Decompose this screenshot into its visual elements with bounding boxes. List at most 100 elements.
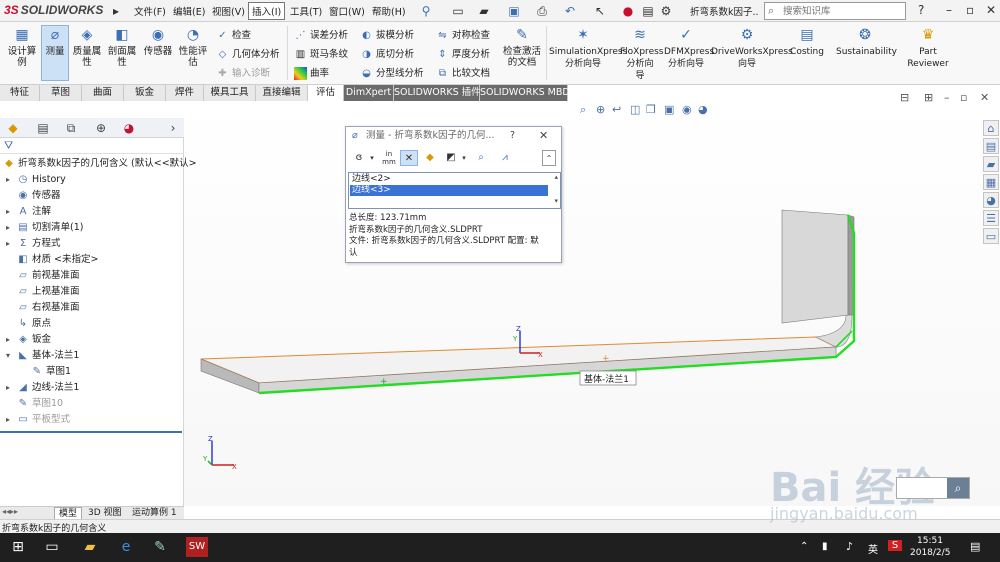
taskbar-clock[interactable]: 15:51 2018/2/5	[910, 535, 950, 559]
tree-item[interactable]: ▸ A 注解	[6, 204, 51, 220]
deviation-analysis-button[interactable]: ⋰ 误差分析	[294, 29, 349, 42]
search-icon[interactable]: ⌕	[947, 478, 969, 498]
zoom-area-icon[interactable]: ⊕	[596, 103, 605, 116]
panel-expand-icon[interactable]: ›	[164, 120, 182, 136]
search-input[interactable]	[783, 4, 903, 18]
floxpress-button[interactable]: ≋ FloXpress 分析向 导	[620, 26, 663, 82]
view-palette-icon[interactable]: ▦	[983, 174, 999, 190]
tree-item[interactable]: ✎ 草图10	[6, 396, 63, 412]
custom-properties-icon[interactable]: ☰	[983, 210, 999, 226]
units-precision-icon[interactable]: in mm	[380, 150, 398, 166]
tab-solidworks-mbd[interactable]: SOLIDWORKS MBD	[480, 85, 570, 101]
rebuild-icon[interactable]: ●	[620, 3, 636, 19]
undo-icon[interactable]: ↶	[562, 3, 578, 19]
expand-arrow-icon[interactable]: ▸	[6, 204, 16, 220]
thickness-analysis-button[interactable]: ⇕ 厚度分析	[436, 48, 490, 61]
task-view-icon[interactable]: ▭	[42, 539, 62, 555]
curvature-button[interactable]: ■曲率	[294, 67, 329, 80]
draft-analysis-button[interactable]: ◐ 拔模分析	[360, 29, 414, 42]
new-document-icon[interactable]: ▭	[450, 3, 466, 19]
configuration-manager-tab-icon[interactable]: ⧉	[62, 120, 80, 136]
menu-help[interactable]: 帮助(H)	[372, 4, 406, 18]
vertical-flange[interactable]	[781, 209, 849, 324]
dialog-close-button[interactable]: ✕	[539, 127, 548, 145]
menu-window[interactable]: 窗口(W)	[329, 4, 365, 18]
section-view-icon[interactable]: ◫	[630, 103, 640, 116]
graphics-area[interactable]: + + Z X Y Z X Y 基体-法兰1	[184, 101, 1000, 506]
measure-dialog-titlebar[interactable]: ⌀ 测量 - 折弯系数k因子的几何... ? ✕	[346, 127, 561, 145]
tab-scroll-arrows-icon[interactable]: ◂◂▸▸	[2, 507, 18, 516]
performance-button[interactable]: ◔ 性能评 估	[177, 26, 209, 68]
minimize-button[interactable]: –	[946, 3, 952, 17]
show-xyz-icon[interactable]: ✕	[400, 150, 418, 166]
tab-surfaces[interactable]: 曲面	[82, 85, 124, 101]
sustainability-button[interactable]: ❂ Sustainability	[836, 26, 897, 58]
viewport-close-icon[interactable]: ✕	[980, 91, 989, 104]
feature-tree-tab-icon[interactable]: ◆	[4, 120, 22, 136]
dimxpert-tab-icon[interactable]: ⊕	[92, 120, 110, 136]
expand-arrow-icon[interactable]: ▸	[6, 220, 16, 236]
hide-show-icon[interactable]: ◉	[682, 103, 692, 116]
tab-mold-tools[interactable]: 模具工具	[204, 85, 256, 101]
pin-arrow-icon[interactable]: ▸	[108, 3, 124, 19]
tab-features[interactable]: 特征	[0, 85, 40, 101]
tab-evaluate[interactable]: 评估	[308, 85, 344, 101]
options-gear-icon[interactable]: ⚙	[658, 3, 674, 19]
tray-up-arrow-icon[interactable]: ⌃	[800, 541, 808, 552]
measure-button[interactable]: ⌀ 测量	[41, 25, 69, 81]
tree-item[interactable]: ↳ 原点	[6, 316, 51, 332]
selection-list[interactable]: 边线<2> 边线<3> ▴ ▾	[348, 172, 561, 209]
tree-item[interactable]: ▸ Σ 方程式	[6, 236, 61, 252]
dialog-help-button[interactable]: ?	[510, 127, 515, 145]
list-scroll-up-icon[interactable]: ▴	[554, 173, 558, 181]
previous-view-icon[interactable]: ↩	[612, 103, 621, 116]
file-explorer-taskbar-icon[interactable]: ▰	[80, 539, 100, 555]
model-view[interactable]: + + Z X Y Z X Y 基体-法兰1	[184, 101, 1000, 506]
menu-edit[interactable]: 编辑(E)	[173, 4, 205, 18]
viewport-minimize-icon[interactable]: –	[944, 91, 950, 104]
point-to-point-icon[interactable]: ◆	[422, 150, 438, 166]
mass-properties-button[interactable]: ◈ 质量属 性	[71, 26, 103, 68]
projection-dropdown-icon[interactable]: ▾	[460, 150, 468, 166]
design-library-icon[interactable]: ▤	[983, 138, 999, 154]
close-button[interactable]: ✕	[986, 3, 996, 17]
property-manager-tab-icon[interactable]: ▤	[34, 120, 52, 136]
app-taskbar-icon[interactable]: ✎	[150, 539, 170, 555]
costing-button[interactable]: ▤ Costing	[788, 26, 826, 58]
list-scroll-down-icon[interactable]: ▾	[554, 197, 558, 205]
check-button[interactable]: ✓ 检查	[216, 29, 251, 42]
tree-filter-bar[interactable]: ⛛	[0, 138, 184, 154]
tree-item[interactable]: ▸ ▤ 切割清单(1)	[6, 220, 83, 236]
edge-browser-icon[interactable]: e	[116, 539, 136, 555]
tree-item[interactable]: ▸ ◷ History	[6, 172, 66, 188]
tree-rollback-bar[interactable]	[0, 431, 182, 433]
ime-indicator[interactable]: 英	[868, 541, 878, 556]
tree-item[interactable]: ✎ 草图1	[20, 364, 71, 380]
tree-item[interactable]: ▾ ◣ 基体-法兰1	[6, 348, 79, 364]
expand-arrow-icon[interactable]: ▸	[6, 332, 16, 348]
tree-item[interactable]: ◧ 材质 <未指定>	[6, 252, 98, 268]
solidworks-logo[interactable]: 3S SOLIDWORKS	[4, 3, 103, 17]
restore-button[interactable]: ▫	[966, 3, 974, 17]
viewport-restore-icon[interactable]: ⊟	[900, 91, 909, 104]
expand-arrow-icon[interactable]: ▾	[6, 348, 16, 364]
display-style-icon[interactable]: ▣	[664, 103, 674, 116]
menu-file[interactable]: 文件(F)	[134, 4, 166, 18]
zoom-to-fit-icon[interactable]: ⌕	[580, 103, 586, 117]
windows-start-icon[interactable]: ⊞	[8, 539, 28, 555]
overlay-search-box[interactable]: ⌕	[896, 477, 970, 499]
sensor-button[interactable]: ◉ 传感器	[141, 26, 175, 57]
tab-dimxpert[interactable]: DimXpert	[344, 85, 394, 101]
arc-dropdown-icon[interactable]: ▾	[368, 150, 376, 166]
undercut-analysis-button[interactable]: ◑ 底切分析	[360, 48, 414, 61]
tree-item[interactable]: ◉ 传感器	[6, 188, 61, 204]
view-orientation-icon[interactable]: ❒	[646, 103, 656, 116]
geometry-analysis-button[interactable]: ◇ 几何体分析	[216, 48, 280, 61]
home-icon[interactable]: ⌂	[983, 120, 999, 136]
filter-icon[interactable]: ⛛	[4, 139, 13, 153]
tab-weldments[interactable]: 焊件	[166, 85, 204, 101]
file-explorer-icon[interactable]: ▰	[983, 156, 999, 172]
tree-item[interactable]: ▸ ◈ 钣金	[6, 332, 51, 348]
zebra-stripes-button[interactable]: ▥ 斑马条纹	[294, 48, 348, 61]
display-manager-tab-icon[interactable]: ◕	[120, 120, 138, 136]
